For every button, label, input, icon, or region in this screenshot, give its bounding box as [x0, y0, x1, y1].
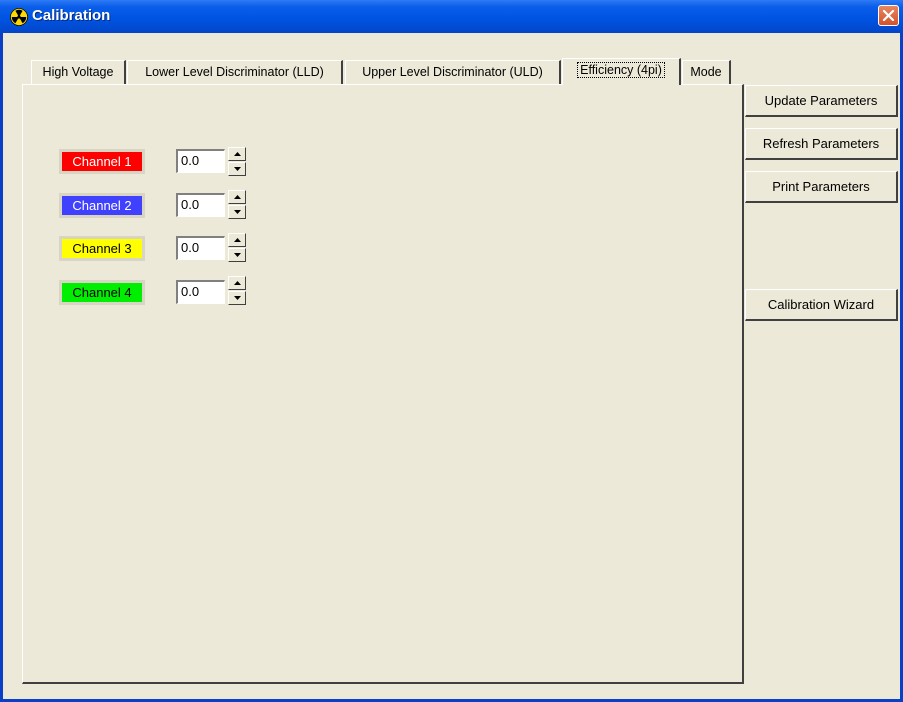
- radiation-icon: [10, 8, 28, 26]
- channel-1-efficiency-input[interactable]: 0.0: [176, 149, 225, 173]
- up-arrow-icon: [233, 195, 241, 199]
- channel-3-efficiency-input[interactable]: 0.0: [176, 236, 225, 260]
- tab-panel-efficiency: Channel 1 0.0 Channel 2 0.0 Channel 3 0.…: [22, 84, 744, 684]
- channel-1-spinner: [228, 147, 246, 177]
- tab-label: Upper Level Discriminator (ULD): [362, 65, 543, 79]
- spin-down-button[interactable]: [228, 291, 246, 305]
- spin-down-button[interactable]: [228, 205, 246, 219]
- channel-3-label: Channel 3: [59, 236, 145, 261]
- channel-3-spinner: [228, 233, 246, 263]
- channel-4-efficiency-input[interactable]: 0.0: [176, 280, 225, 304]
- spin-down-button[interactable]: [228, 248, 246, 262]
- tab-lld[interactable]: Lower Level Discriminator (LLD): [127, 60, 343, 84]
- channel-2-label: Channel 2: [59, 193, 145, 218]
- calibration-window: Calibration High Voltage Lower Level Dis…: [0, 0, 903, 702]
- channel-2-spinner: [228, 190, 246, 220]
- spin-up-button[interactable]: [228, 147, 246, 161]
- refresh-parameters-button[interactable]: Refresh Parameters: [745, 128, 898, 160]
- channel-4-spinner: [228, 276, 246, 306]
- up-arrow-icon: [233, 281, 241, 285]
- update-parameters-button[interactable]: Update Parameters: [745, 85, 898, 117]
- spin-down-button[interactable]: [228, 162, 246, 176]
- tab-efficiency[interactable]: Efficiency (4pi): [562, 58, 681, 85]
- tab-mode[interactable]: Mode: [682, 60, 731, 84]
- up-arrow-icon: [233, 152, 241, 156]
- channel-1-label: Channel 1: [59, 149, 145, 174]
- close-icon: [882, 9, 895, 22]
- spin-up-button[interactable]: [228, 233, 246, 247]
- tab-label: High Voltage: [42, 65, 114, 79]
- channel-4-label: Channel 4: [59, 280, 145, 305]
- close-button[interactable]: [878, 5, 899, 26]
- tab-label: Mode: [690, 65, 722, 79]
- tab-high-voltage[interactable]: High Voltage: [31, 60, 126, 84]
- tab-label: Lower Level Discriminator (LLD): [145, 65, 324, 79]
- down-arrow-icon: [233, 210, 241, 214]
- channel-2-efficiency-input[interactable]: 0.0: [176, 193, 225, 217]
- window-title: Calibration: [32, 7, 111, 24]
- down-arrow-icon: [233, 167, 241, 171]
- title-bar[interactable]: Calibration: [0, 0, 903, 33]
- spin-up-button[interactable]: [228, 190, 246, 204]
- calibration-wizard-button[interactable]: Calibration Wizard: [745, 289, 898, 321]
- down-arrow-icon: [233, 296, 241, 300]
- down-arrow-icon: [233, 253, 241, 257]
- print-parameters-button[interactable]: Print Parameters: [745, 171, 898, 203]
- spin-up-button[interactable]: [228, 276, 246, 290]
- tab-uld[interactable]: Upper Level Discriminator (ULD): [345, 60, 561, 84]
- tab-label: Efficiency (4pi): [577, 62, 665, 78]
- up-arrow-icon: [233, 238, 241, 242]
